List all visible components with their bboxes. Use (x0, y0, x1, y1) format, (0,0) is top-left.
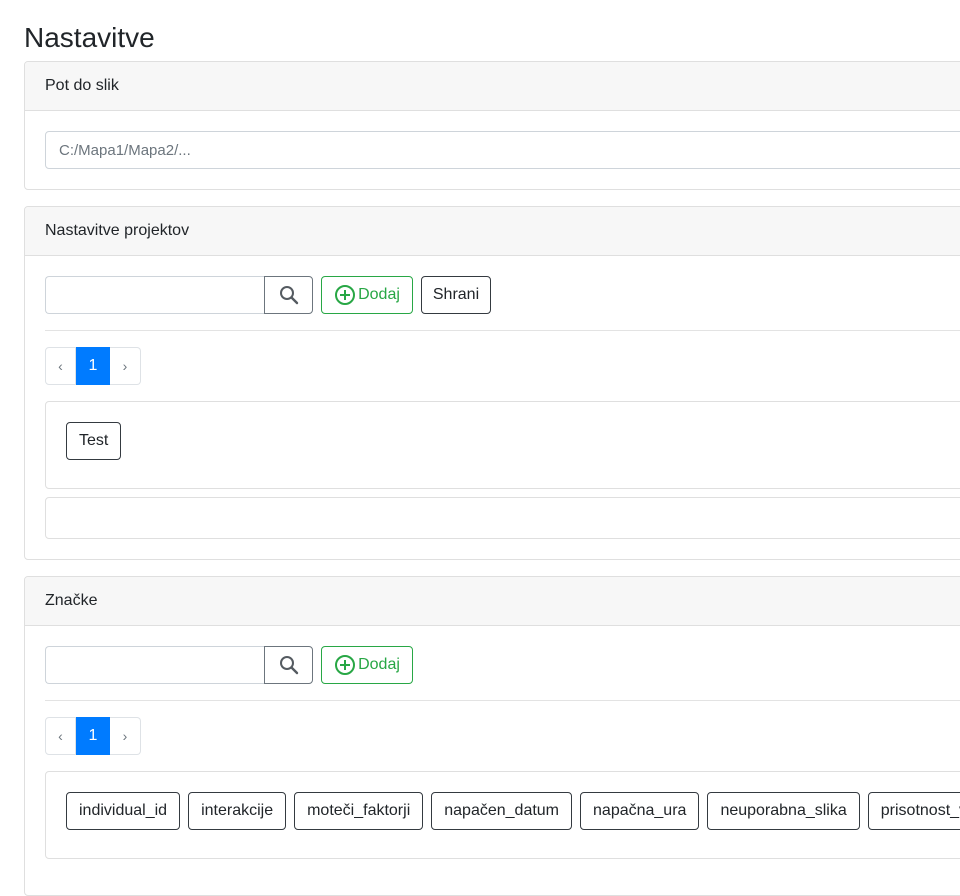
tag-item[interactable]: prisotnost_vo (867, 792, 960, 830)
project-pagination: ‹ 1 › (45, 347, 141, 385)
project-settings-card-header: Nastavitve projektov (25, 207, 960, 256)
tag-item[interactable]: napačen_datum (431, 792, 573, 830)
project-details-box (45, 497, 960, 539)
project-search-group (45, 276, 313, 314)
project-settings-card: Nastavitve projektov Dodaj Shrani ‹ 1 › … (24, 206, 960, 560)
add-project-label: Dodaj (358, 286, 400, 303)
add-tag-button[interactable]: Dodaj (321, 646, 413, 684)
save-projects-button[interactable]: Shrani (421, 276, 491, 314)
project-list-box: Test (45, 401, 960, 489)
search-icon (279, 656, 298, 675)
tag-list-box: individual_id interakcije moteči_faktorj… (45, 771, 960, 859)
image-path-card: Pot do slik (24, 61, 960, 190)
project-list: Test (66, 422, 122, 460)
image-path-card-header: Pot do slik (25, 62, 960, 111)
tag-search-button[interactable] (264, 646, 313, 684)
pagination-prev[interactable]: ‹ (45, 717, 76, 755)
project-search-input[interactable] (45, 276, 264, 314)
tags-card: Značke Dodaj ‹ 1 › individual_id interak… (24, 576, 960, 896)
project-item[interactable]: Test (66, 422, 122, 460)
tag-item[interactable]: napačna_ura (580, 792, 700, 830)
pagination-next[interactable]: › (110, 347, 141, 385)
tag-search-input[interactable] (45, 646, 264, 684)
project-divider (45, 330, 960, 331)
pagination-page-1[interactable]: 1 (76, 717, 110, 755)
add-tag-label: Dodaj (358, 656, 400, 673)
tag-list: individual_id interakcije moteči_faktorj… (66, 792, 960, 830)
pagination-prev[interactable]: ‹ (45, 347, 76, 385)
tags-card-header: Značke (25, 577, 960, 626)
search-icon (279, 286, 298, 305)
add-project-button[interactable]: Dodaj (321, 276, 413, 314)
tag-item[interactable]: individual_id (66, 792, 181, 830)
plus-circle-icon (334, 654, 356, 676)
tag-item[interactable]: interakcije (188, 792, 287, 830)
tag-item[interactable]: moteči_faktorji (294, 792, 424, 830)
tag-search-group (45, 646, 313, 684)
tag-item[interactable]: neuporabna_slika (707, 792, 860, 830)
pagination-page-1[interactable]: 1 (76, 347, 110, 385)
tag-pagination: ‹ 1 › (45, 717, 141, 755)
plus-circle-icon (334, 284, 356, 306)
page-title: Nastavitve (24, 22, 155, 53)
tag-divider (45, 700, 960, 701)
save-projects-label: Shrani (432, 286, 480, 303)
project-search-button[interactable] (264, 276, 313, 314)
image-path-input[interactable] (45, 131, 960, 169)
pagination-next[interactable]: › (110, 717, 141, 755)
